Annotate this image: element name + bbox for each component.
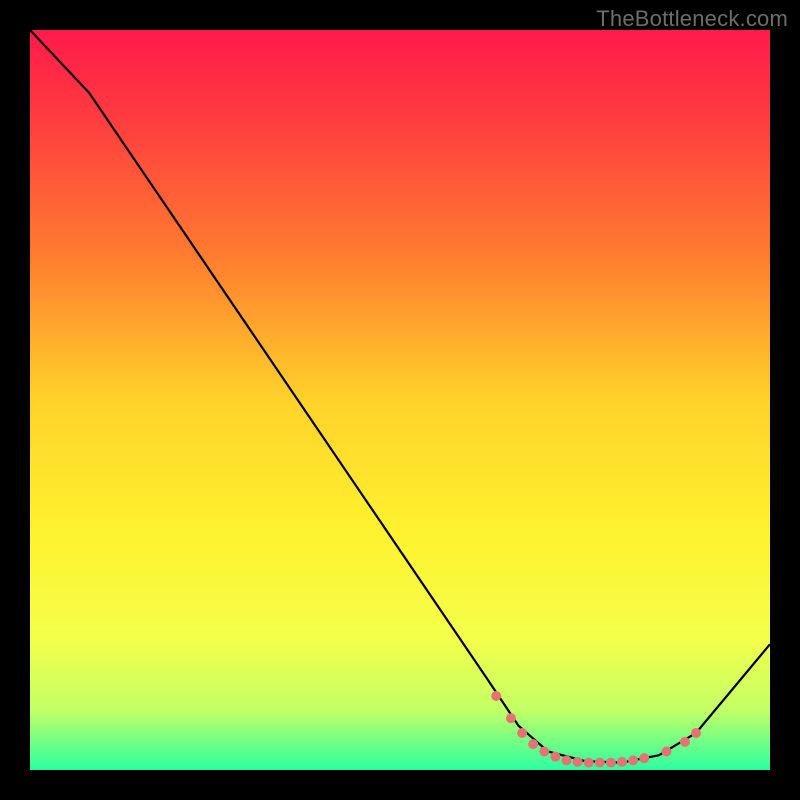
marker-dot [680,737,690,747]
marker-dot [573,757,583,767]
marker-dot [691,728,701,738]
chart-stage: TheBottleneck.com [0,0,800,800]
marker-dot [491,691,501,701]
gradient-background [30,30,770,770]
marker-dot [539,747,549,757]
marker-dot [639,753,649,763]
marker-dot [617,757,627,767]
watermark-text: TheBottleneck.com [596,6,788,32]
marker-dot [661,747,671,757]
marker-dot [595,758,605,768]
marker-dot [628,755,638,765]
plot-area [30,30,770,770]
marker-dot [584,758,594,768]
marker-dot [550,752,560,762]
marker-dot [562,755,572,765]
marker-dot [606,758,616,768]
chart-svg [30,30,770,770]
marker-dot [506,713,516,723]
marker-dot [528,739,538,749]
marker-dot [517,728,527,738]
